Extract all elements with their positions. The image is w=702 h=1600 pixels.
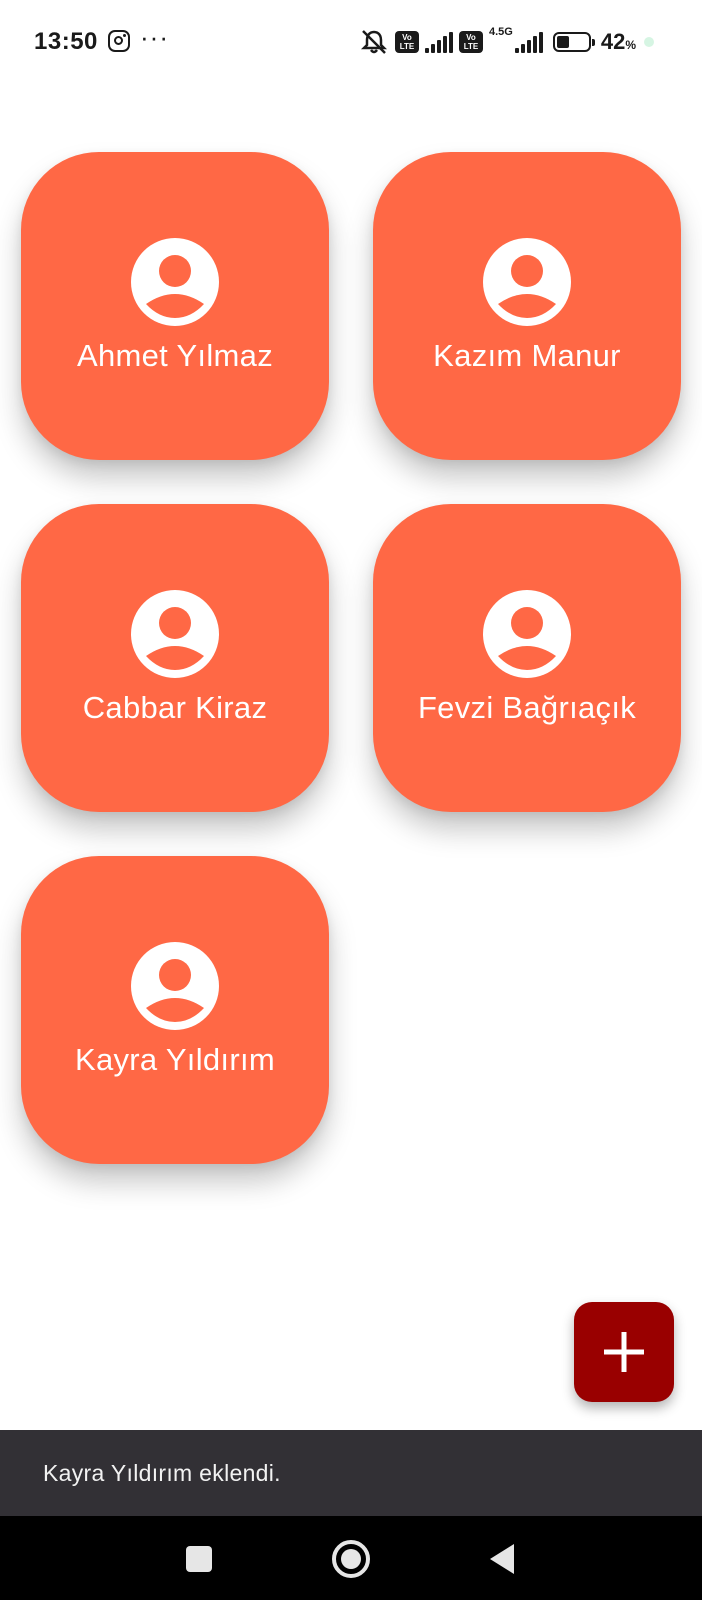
contact-card[interactable]: Kayra Yıldırım <box>21 856 329 1164</box>
more-dots-icon: ··· <box>140 22 169 52</box>
volte-icon: Vo LTE <box>394 31 419 53</box>
account-circle-icon <box>483 590 571 678</box>
account-circle-icon <box>131 942 219 1030</box>
contact-name: Cabbar Kiraz <box>82 690 268 725</box>
status-time: 13:50 <box>34 28 98 55</box>
recents-button[interactable] <box>186 1546 212 1572</box>
contact-card[interactable]: Cabbar Kiraz <box>21 504 329 812</box>
home-button[interactable] <box>332 1540 370 1578</box>
account-circle-icon <box>131 238 219 326</box>
contact-name: Kazım Manur <box>433 338 621 373</box>
silent-icon <box>359 29 389 55</box>
snackbar: Kayra Yıldırım eklendi. <box>0 1430 702 1516</box>
volte-icon-2: Vo LTE <box>458 31 483 53</box>
privacy-dot <box>644 37 654 47</box>
account-circle-icon <box>131 590 219 678</box>
signal-icon-2 <box>514 31 543 53</box>
snackbar-message: Kayra Yıldırım eklendi. <box>43 1460 281 1486</box>
contact-name: Fevzi Bağrıaçık <box>417 690 637 725</box>
contact-name: Kayra Yıldırım <box>74 1042 276 1077</box>
contact-card[interactable]: Ahmet Yılmaz <box>21 152 329 460</box>
signal-icon <box>424 31 453 53</box>
status-right-group: Vo LTE Vo LTE 4.5G 42% <box>359 27 654 57</box>
instagram-icon <box>108 30 130 52</box>
battery-fill <box>556 36 570 48</box>
contact-card[interactable]: Fevzi Bağrıaçık <box>373 504 681 812</box>
add-contact-button[interactable] <box>574 1302 674 1402</box>
contact-name: Ahmet Yılmaz <box>77 338 273 373</box>
system-nav-bar <box>0 1516 702 1600</box>
back-button[interactable] <box>490 1544 514 1574</box>
network-type: 4.5G <box>488 26 513 38</box>
battery-percent: 42% <box>601 29 636 55</box>
plus-icon <box>604 1332 644 1372</box>
contact-card[interactable]: Kazım Manur <box>373 152 681 460</box>
status-bar: 13:50 ··· Vo LTE Vo LTE 4.5G 42% <box>0 0 702 84</box>
account-circle-icon <box>483 238 571 326</box>
battery-percent-value: 42 <box>600 29 626 54</box>
battery-icon <box>552 32 595 52</box>
battery-percent-unit: % <box>625 38 636 52</box>
